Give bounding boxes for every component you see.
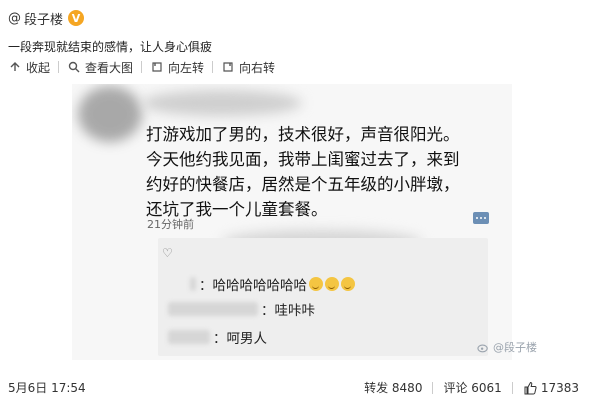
image-toolbar: 收起 查看大图 向左转 向右转 [8,57,275,77]
thumbs-up-icon [524,381,537,394]
tweet-line: 还坑了我一个儿童套餐。 [146,200,328,219]
blurred-commenter [168,330,210,344]
comment-text: ：哈哈哈哈哈哈哈 [199,278,307,294]
comment-text: ：哇咔咔 [261,303,315,319]
tweet-line: 今天他约我见面，我带上闺蜜过去了，来到 [146,150,460,169]
emoji-icon [341,277,355,291]
like-button[interactable]: 17383 [523,381,579,395]
rotate-right-icon [221,60,235,74]
username-link[interactable]: 段子楼 [24,9,63,28]
action-divider [511,381,513,394]
emoji-icon [309,277,323,291]
watermark-text: @段子楼 [493,341,537,354]
like-count: 17383 [540,380,579,395]
blurred-commenter [168,302,258,316]
comment-text: ：呵男人 [213,331,267,347]
magnifier-icon [67,60,81,74]
post-footer: 5月6日 17:54 转发 8480 评论 6061 17383 [0,375,589,397]
post-actions: 转发 8480 评论 6061 17383 [364,379,579,396]
arrow-up-icon [8,60,22,74]
repost-button[interactable]: 转发 8480 [364,379,422,396]
screenshot-timestamp: 21分钟前 [147,218,194,231]
tweet-line: 打游戏加了男的，技术很好，声音很阳光。 [146,125,460,144]
collapse-button[interactable]: 收起 [8,59,50,76]
post-timestamp[interactable]: 5月6日 17:54 [8,379,86,396]
collapse-label: 收起 [26,60,51,75]
view-large-button[interactable]: 查看大图 [67,59,133,76]
verified-badge-icon: V [68,10,85,26]
action-divider [432,381,434,394]
blurred-avatar [78,86,142,142]
comment-row: ：哇咔咔 [168,299,315,319]
toolbar-divider [58,61,60,73]
rotate-left-label: 向左转 [168,60,205,75]
tweet-line: 约好的快餐店，居然是个五年级的小胖墩， [146,175,460,194]
post-image[interactable]: 打游戏加了男的，技术很好，声音很阳光。 今天他约我见面，我带上闺蜜过去了，来到 … [72,84,512,360]
screenshot-post-text: 打游戏加了男的，技术很好，声音很阳光。 今天他约我见面，我带上闺蜜过去了，来到 … [146,122,512,222]
rotate-left-icon [150,60,164,74]
toolbar-divider [212,61,214,73]
toolbar-divider [141,61,143,73]
rotate-left-button[interactable]: 向左转 [150,59,204,76]
post-text: 一段奔现就结束的感情，让人身心俱疲 [8,40,213,54]
post-header: @ 段子楼 V [8,9,85,28]
heart-icon: ♡ [162,246,173,260]
comment-row: ：呵男人 [168,327,267,347]
blurred-commenter [190,277,196,291]
comment-button[interactable]: 评论 6061 [443,379,501,396]
rotate-right-label: 向右转 [239,60,276,75]
more-options-icon [473,212,489,224]
emoji-icon [325,277,339,291]
blurred-username [142,90,302,116]
comment-row: ：哈哈哈哈哈哈哈 [190,274,355,294]
watermark: @段子楼 [477,339,537,355]
rotate-right-button[interactable]: 向右转 [221,59,275,76]
at-sign: @ [8,10,21,26]
weibo-logo-icon [477,344,488,352]
view-large-label: 查看大图 [85,60,134,75]
